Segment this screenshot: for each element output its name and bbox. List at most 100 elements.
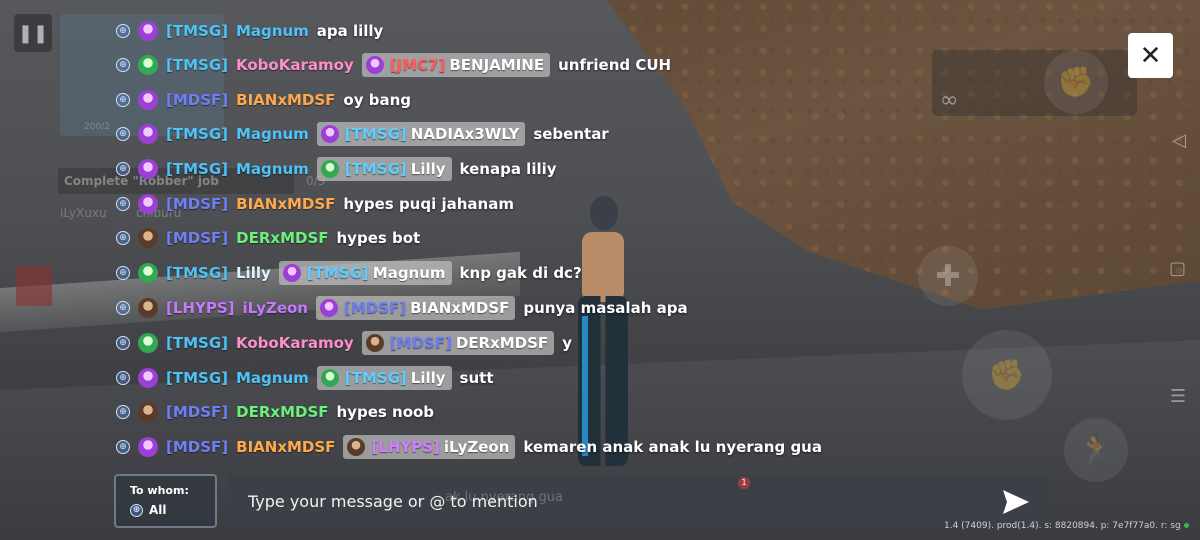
nav-back-icon[interactable]: ◁ [1172,130,1186,151]
sender-name[interactable]: Magnum [236,125,309,143]
pause-icon: ❚❚ [17,22,49,44]
avatar[interactable] [138,333,158,353]
sender-name[interactable]: Magnum [236,160,309,178]
avatar[interactable] [138,55,158,75]
pause-button[interactable]: ❚❚ [14,14,52,52]
close-icon: ✕ [1139,40,1162,71]
globe-icon: ⊕ [116,162,130,176]
globe-icon: ⊕ [130,503,143,517]
sender-tag: [MDSF] [166,195,229,213]
message-text: hypes noob [336,403,435,421]
globe-icon: ⊕ [116,197,130,211]
mention-chip[interactable]: [TMSG] Magnum [278,261,452,285]
recipient-value: All [149,503,167,517]
avatar[interactable] [138,21,158,41]
mention-name: NADIAx3WLY [410,125,520,143]
sender-tag: [MDSF] [166,438,229,456]
sender-name[interactable]: Lilly [236,264,271,282]
sender-name[interactable]: BIANxMDSF [236,195,335,213]
sender-name[interactable]: KoboKaramoy [236,334,354,352]
mention-chip[interactable]: [MDSF] BIANxMDSF [315,296,516,320]
chat-message: ⊕ [TMSG] Lilly [TMSG] Magnum knp gak di … [116,260,582,286]
mention-tag: [TMSG] [344,125,407,143]
chat-message: ⊕ [MDSF] BIANxMDSF hypes puqi jahanam [116,191,514,217]
mention-chip[interactable]: [TMSG] Lilly [316,157,452,181]
sender-name[interactable]: BIANxMDSF [236,438,335,456]
message-text: apa lilly [316,22,384,40]
avatar [282,264,301,282]
avatar [365,56,384,74]
recipient-selector[interactable]: To whom: ⊕ All [114,474,217,528]
version-info: 1.4 (7409). prod(1.4). s: 8820894. p: 7e… [944,521,1189,531]
mention-tag: [TMSG] [344,160,407,178]
notification-badge: 1 [738,477,750,489]
sender-tag: [MDSF] [166,403,229,421]
sender-name[interactable]: Magnum [236,22,309,40]
message-text: kemaren anak anak lu nyerang gua [523,438,822,456]
sender-tag: [TMSG] [166,334,228,352]
medkit-icon[interactable]: ✚ [918,246,978,306]
sender-name[interactable]: iLyZeon [242,299,308,317]
avatar[interactable] [138,159,158,179]
avatar[interactable] [138,402,158,422]
chat-message: ⊕ [TMSG] KoboKaramoy [JMC7] BENJAMINE un… [116,52,671,78]
avatar[interactable] [138,263,158,283]
nav-home-icon[interactable]: ▢ [1169,258,1186,279]
globe-icon: ⊕ [116,24,130,38]
sender-tag: [TMSG] [166,160,228,178]
message-text: hypes bot [336,229,421,247]
globe-icon: ⊕ [116,440,130,454]
close-chat-button[interactable]: ✕ [1128,33,1173,78]
chat-message: ⊕ [MDSF] BIANxMDSF oy bang [116,87,411,113]
player-torso [582,232,624,302]
minimap-health: 200/2 [84,122,110,132]
chat-input[interactable] [228,474,1050,528]
recipient-label: To whom: [130,484,189,497]
sender-name[interactable]: BIANxMDSF [236,91,335,109]
message-text: hypes puqi jahanam [343,195,514,213]
barrier-post [16,266,52,306]
mention-tag: [LHYPS] [371,438,440,456]
mention-chip[interactable]: [TMSG] Lilly [316,366,452,390]
message-text: sutt [459,369,494,387]
mention-tag: [MDSF] [343,299,407,317]
mention-chip[interactable]: [TMSG] NADIAx3WLY [316,122,526,146]
avatar[interactable] [138,437,158,457]
chat-message: ⊕ [MDSF] DERxMDSF hypes bot [116,225,420,251]
message-text: y [562,334,572,352]
punch-icon[interactable]: ✊ [1044,50,1108,114]
globe-icon: ⊕ [116,405,130,419]
avatar [320,160,339,178]
sender-name[interactable]: DERxMDSF [236,403,328,421]
message-text: sebentar [533,125,609,143]
sender-tag: [TMSG] [166,125,228,143]
attack-fist-icon[interactable]: ✊ [962,330,1052,420]
mention-tag: [MDSF] [389,334,452,352]
chat-message: ⊕ [TMSG] KoboKaramoy [MDSF] DERxMDSF y [116,330,572,356]
sender-tag: [LHYPS] [166,299,235,317]
avatar[interactable] [138,368,158,388]
avatar[interactable] [138,124,158,144]
sender-name[interactable]: KoboKaramoy [236,56,354,74]
sender-name[interactable]: DERxMDSF [236,229,328,247]
sender-name[interactable]: Magnum [236,369,309,387]
mention-name: Lilly [410,160,446,178]
avatar [347,438,366,456]
avatar[interactable] [138,194,158,214]
chat-message: ⊕ [MDSF] DERxMDSF hypes noob [116,399,434,425]
background-username: iLyXuxu [60,206,107,220]
mention-chip[interactable]: [LHYPS] iLyZeon [343,435,516,459]
mention-chip[interactable]: [MDSF] DERxMDSF [361,331,555,355]
mention-name: Magnum [372,264,446,282]
avatar[interactable] [138,90,158,110]
avatar[interactable] [138,298,158,318]
mention-tag: [TMSG] [306,264,369,282]
send-button[interactable] [996,484,1036,520]
sprint-icon[interactable]: 🏃 [1064,418,1128,482]
chat-message: ⊕ [MDSF] BIANxMDSF [LHYPS] iLyZeon kemar… [116,434,822,460]
sender-tag: [TMSG] [166,22,228,40]
nav-menu-icon[interactable]: ☰ [1170,386,1186,407]
mention-chip[interactable]: [JMC7] BENJAMINE [361,53,551,77]
globe-icon: ⊕ [116,93,130,107]
avatar[interactable] [138,228,158,248]
